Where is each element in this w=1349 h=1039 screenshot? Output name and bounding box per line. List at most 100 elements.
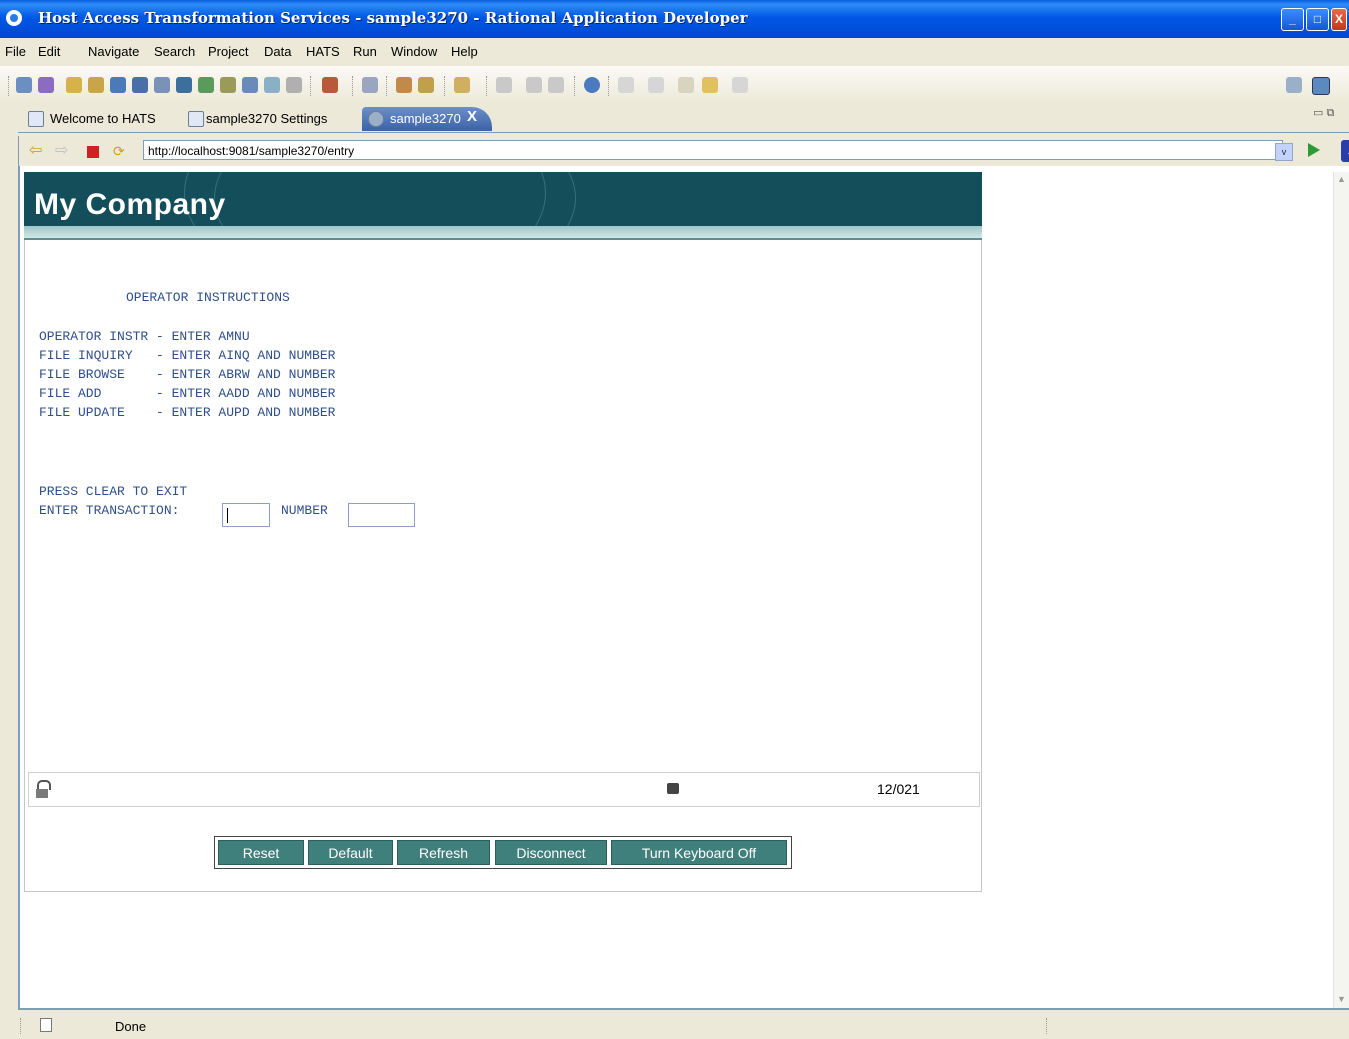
banner-decoration [214, 172, 576, 226]
go-icon[interactable] [1308, 143, 1320, 157]
default-button[interactable]: Default [308, 840, 393, 865]
transaction-input[interactable] [222, 503, 270, 527]
menu-navigate[interactable]: Navigate [88, 44, 139, 59]
open-type-icon[interactable] [396, 77, 412, 93]
forward-icon[interactable] [732, 77, 748, 93]
text-caret [227, 508, 228, 523]
status-separator [20, 1018, 21, 1034]
host-key-bar: Reset Default Refresh Disconnect Turn Ke… [214, 836, 792, 869]
instruction-line: FILE BROWSE - ENTER ABRW AND NUMBER [39, 367, 336, 382]
refresh-icon[interactable]: ⟳ [113, 143, 129, 159]
document-icon[interactable] [362, 77, 378, 93]
menu-help[interactable]: Help [451, 44, 478, 59]
new-icon[interactable] [496, 77, 512, 93]
new-package-icon[interactable] [110, 77, 126, 93]
toolbar-separator [486, 76, 489, 96]
back-arrow-icon[interactable]: ⇦ [29, 143, 45, 159]
close-tab-icon[interactable]: X [467, 108, 477, 125]
toolbar-separator [352, 76, 355, 96]
tab-sample3270-settings[interactable]: sample3270 Settings [182, 107, 352, 131]
forward-arrow-icon[interactable]: ⇨ [55, 143, 71, 159]
connect-icon[interactable] [38, 77, 54, 93]
host-status-row: 12/021 [28, 772, 980, 807]
minimize-view-icon[interactable]: ▭ ⧉ [1313, 106, 1334, 120]
unlocked-padlock-icon [36, 780, 51, 798]
toolbar-separator [574, 76, 577, 96]
prev-annotation-icon[interactable] [648, 77, 664, 93]
menu-file[interactable]: File [5, 44, 26, 59]
address-field[interactable]: http://localhost:9081/sample3270/entry [143, 140, 1283, 160]
menu-window[interactable]: Window [391, 44, 437, 59]
transaction-label: ENTER TRANSACTION: [39, 503, 180, 518]
debug-icon[interactable] [322, 77, 338, 93]
save-icon[interactable] [526, 77, 542, 93]
instruction-line: OPERATOR INSTR - ENTER AMNU [39, 329, 250, 344]
new-server-icon[interactable] [198, 77, 214, 93]
menu-run[interactable]: Run [353, 44, 377, 59]
tab-welcome-to-hats[interactable]: Welcome to HATS [22, 107, 172, 131]
back-icon[interactable] [702, 77, 718, 93]
new-screen-icon[interactable] [242, 77, 258, 93]
instruction-line: FILE UPDATE - ENTER AUPD AND NUMBER [39, 405, 336, 420]
scroll-down-icon[interactable]: ▼ [1337, 994, 1346, 1004]
print-icon[interactable] [548, 77, 564, 93]
globe-icon [368, 111, 384, 127]
banner-stripe [24, 226, 982, 240]
globe-icon[interactable] [584, 77, 600, 93]
main-toolbar [0, 66, 1349, 104]
refresh-button[interactable]: Refresh [397, 840, 490, 865]
menu-bar: File Edit Navigate Search Project Data H… [0, 40, 1349, 64]
status-bar: Done [0, 1012, 1349, 1039]
new-macro-icon[interactable] [264, 77, 280, 93]
status-separator [1046, 1018, 1047, 1034]
scroll-up-icon[interactable]: ▲ [1337, 174, 1346, 184]
close-button[interactable]: X [1331, 8, 1347, 31]
next-annotation-icon[interactable] [618, 77, 634, 93]
address-dropdown-icon[interactable]: v [1275, 143, 1293, 161]
menu-hats[interactable]: HATS [306, 44, 340, 59]
rad-app-icon [6, 10, 22, 26]
transform-icon[interactable] [286, 77, 302, 93]
disconnect-button[interactable]: Disconnect [495, 840, 607, 865]
turn-keyboard-off-button[interactable]: Turn Keyboard Off [611, 840, 787, 865]
search-tool-icon[interactable] [418, 77, 434, 93]
open-perspective-icon[interactable] [1286, 77, 1302, 93]
toolbar-separator [8, 76, 11, 96]
screen-heading: OPERATOR INSTRUCTIONS [126, 290, 290, 305]
toolbar-separator [310, 76, 313, 96]
new-interface-icon[interactable] [132, 77, 148, 93]
new-class-icon[interactable] [88, 77, 104, 93]
menu-search[interactable]: Search [154, 44, 195, 59]
toolbar-separator [444, 76, 447, 96]
settings-page-icon [188, 111, 204, 127]
menu-edit[interactable]: Edit [38, 44, 60, 59]
toolbar-separator [608, 76, 611, 96]
keyboard-status-icon [667, 783, 679, 794]
tab-sample3270[interactable]: sample3270 X [362, 107, 492, 131]
instruction-line: FILE INQUIRY - ENTER AINQ AND NUMBER [39, 348, 336, 363]
external-browser-icon[interactable]: → [1341, 140, 1349, 162]
press-clear-text: PRESS CLEAR TO EXIT [39, 484, 188, 499]
number-input[interactable] [348, 503, 415, 527]
new-component-icon[interactable] [220, 77, 236, 93]
menu-project[interactable]: Project [208, 44, 248, 59]
maximize-button[interactable]: □ [1306, 8, 1329, 31]
new-wizard-icon[interactable] [16, 77, 32, 93]
menu-data[interactable]: Data [264, 44, 291, 59]
vertical-scrollbar[interactable]: ▲ ▼ [1333, 172, 1349, 1008]
new-folder-icon[interactable] [176, 77, 192, 93]
editor-tabs: Welcome to HATS sample3270 Settings samp… [18, 105, 1349, 133]
reset-button[interactable]: Reset [218, 840, 304, 865]
stop-icon[interactable] [87, 146, 99, 158]
cursor-position: 12/021 [877, 781, 920, 797]
minimize-button[interactable]: _ [1281, 8, 1304, 31]
toolbar-separator [386, 76, 389, 96]
company-logo: My Company [34, 188, 226, 221]
new-project-icon[interactable] [66, 77, 82, 93]
last-edit-icon[interactable] [678, 77, 694, 93]
title-bar: Host Access Transformation Services - sa… [0, 0, 1349, 38]
open-folder-icon[interactable] [454, 77, 470, 93]
new-file-icon[interactable] [154, 77, 170, 93]
company-banner: My Company [24, 172, 982, 226]
perspective-icon[interactable] [1312, 77, 1330, 95]
